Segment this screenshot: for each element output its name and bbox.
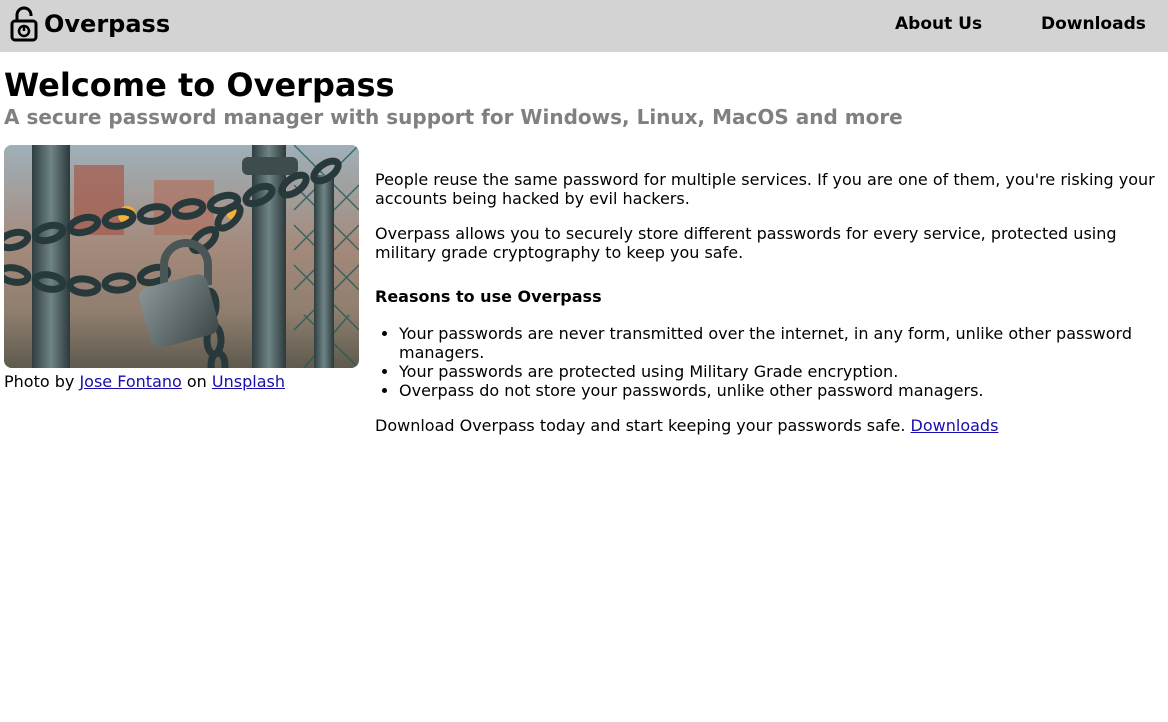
- overpass-paragraph: Overpass allows you to securely store di…: [375, 224, 1117, 262]
- page-title: Welcome to Overpass: [4, 66, 395, 104]
- download-cta: Download Overpass today and start keepin…: [375, 416, 1161, 435]
- caption-middle: on: [186, 372, 207, 391]
- unlocked-padlock-icon: [10, 6, 38, 42]
- intro-paragraph: People reuse the same password for multi…: [375, 170, 1155, 208]
- photo-source-link[interactable]: Unsplash: [212, 372, 285, 391]
- padlock-chain-photo: [4, 145, 359, 368]
- brand-home-link[interactable]: Overpass: [10, 6, 170, 42]
- list-item: Overpass do not store your passwords, un…: [399, 381, 1161, 400]
- nav-downloads-link[interactable]: Downloads: [1041, 14, 1146, 34]
- main-content: People reuse the same password for multi…: [375, 160, 1161, 451]
- top-navbar: Overpass About Us Downloads: [0, 0, 1168, 52]
- photo-caption: Photo by Jose Fontano on Unsplash: [4, 372, 285, 391]
- reasons-list: Your passwords are never transmitted ove…: [375, 324, 1161, 400]
- brand-name: Overpass: [44, 10, 171, 38]
- reasons-heading: Reasons to use Overpass: [375, 287, 602, 306]
- page-subtitle: A secure password manager with support f…: [4, 105, 903, 129]
- photo-author-link[interactable]: Jose Fontano: [79, 372, 181, 391]
- cta-downloads-link[interactable]: Downloads: [911, 416, 999, 435]
- list-item: Your passwords are protected using Milit…: [399, 362, 1161, 381]
- cta-text: Download Overpass today and start keepin…: [375, 416, 906, 435]
- list-item: Your passwords are never transmitted ove…: [399, 324, 1161, 362]
- caption-prefix: Photo by: [4, 372, 75, 391]
- nav-about-us-link[interactable]: About Us: [895, 14, 982, 34]
